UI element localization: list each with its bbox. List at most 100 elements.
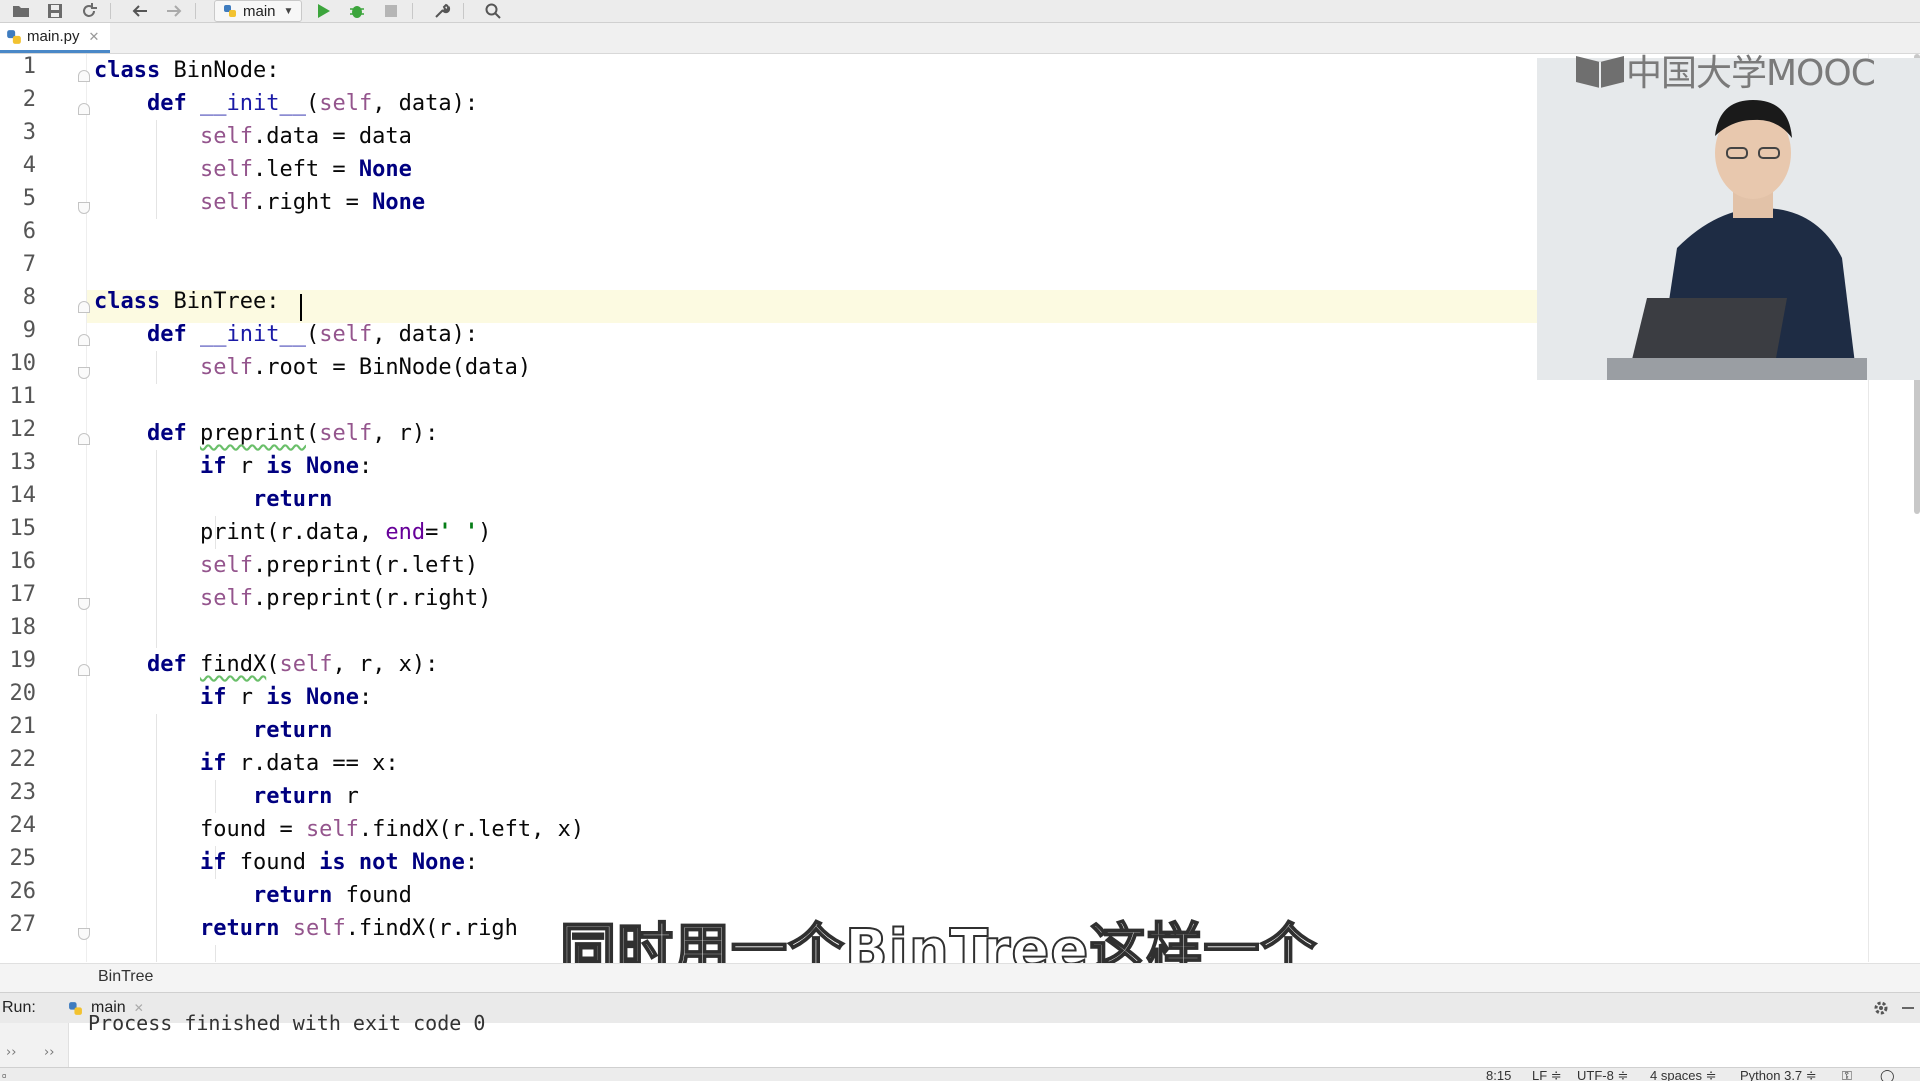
run-icon[interactable] <box>310 0 336 22</box>
self-keyword: self <box>319 421 373 446</box>
code-text: r.data == x: <box>226 751 399 776</box>
run-configuration-dropdown[interactable]: main ▼ <box>214 0 303 22</box>
code-text: BinTree: <box>160 289 280 314</box>
back-icon[interactable] <box>127 0 153 22</box>
code-text: , r): <box>372 421 439 446</box>
code-text: ( <box>305 421 320 446</box>
caret-position[interactable]: 8:15 <box>1486 1068 1511 1081</box>
fold-marker-icon[interactable] <box>78 598 90 610</box>
keyword: def <box>146 421 187 446</box>
stop-icon[interactable] <box>378 0 404 22</box>
line-number: 25 <box>9 846 37 871</box>
breadcrumb: BinTree <box>0 963 1920 992</box>
code-line-20: if r is None: <box>94 681 372 714</box>
open-icon[interactable] <box>8 0 34 22</box>
keyword: is not <box>319 850 399 875</box>
code-text: .preprint(r.left) <box>252 553 479 578</box>
gear-icon[interactable] <box>1872 999 1890 1017</box>
breadcrumb-item[interactable]: BinTree <box>98 968 153 986</box>
run-console[interactable]: ›› ›› Process finished with exit code 0 <box>0 1011 1920 1067</box>
fold-marker-icon[interactable] <box>78 70 90 82</box>
indent-setting[interactable]: 4 spaces ≑ <box>1650 1068 1717 1081</box>
fold-marker-icon[interactable] <box>78 103 90 115</box>
python-file-icon <box>7 29 21 44</box>
fold-marker-icon[interactable] <box>78 301 90 313</box>
line-number: 8 <box>22 285 36 310</box>
sync-icon[interactable] <box>76 0 102 22</box>
fold-marker-icon[interactable] <box>78 334 90 346</box>
keyword: if <box>199 850 227 875</box>
close-icon[interactable]: ✕ <box>89 29 100 45</box>
line-number: 13 <box>9 450 37 475</box>
fold-marker-icon[interactable] <box>78 664 90 676</box>
file-encoding[interactable]: UTF-8 ≑ <box>1577 1068 1628 1081</box>
code-line-23: return r <box>94 780 359 813</box>
keyword: class <box>94 58 161 83</box>
code-text: r <box>226 685 267 710</box>
python-icon <box>69 1001 82 1015</box>
self-keyword: self <box>319 91 373 116</box>
chevron-right-icon[interactable]: ›› <box>6 1045 16 1060</box>
code-text: .right = <box>252 190 373 215</box>
keyword: return <box>252 883 333 908</box>
code-text: = <box>425 520 439 545</box>
toolbar-separator <box>412 3 414 19</box>
search-icon[interactable] <box>480 0 506 22</box>
line-number: 14 <box>9 483 37 508</box>
keyword: return <box>252 784 333 809</box>
line-number: 10 <box>9 351 37 376</box>
code-line-21: return <box>94 714 332 747</box>
code-text: found <box>332 883 412 908</box>
tab-main-py[interactable]: main.py ✕ <box>0 23 110 53</box>
line-number: 24 <box>9 813 37 838</box>
lock-icon[interactable]: ⚿ <box>1842 1068 1852 1081</box>
code-line-5: self.right = None <box>94 186 425 219</box>
chevron-down-icon: ▼ <box>283 5 294 17</box>
notifications-icon[interactable]: ◯ <box>1880 1068 1895 1081</box>
fold-marker-icon[interactable] <box>78 367 90 379</box>
tool-window-toggle-icon[interactable]: ▫ <box>2 1068 7 1081</box>
chevron-right-icon[interactable]: ›› <box>44 1045 54 1060</box>
keyword: None <box>305 454 359 479</box>
code-line-8: class BinTree: <box>94 285 279 318</box>
wrench-icon[interactable] <box>429 0 455 22</box>
parameter-name: end <box>385 520 426 545</box>
book-logo-icon <box>1576 56 1624 88</box>
code-line-25: if found is not None: <box>94 846 478 879</box>
tab-label: main.py <box>27 28 80 45</box>
code-text: : <box>464 850 479 875</box>
line-number: 9 <box>22 318 36 343</box>
keyword: None <box>372 190 426 215</box>
lecturer-image <box>1537 58 1920 380</box>
line-number: 21 <box>9 714 37 739</box>
keyword: return <box>252 487 333 512</box>
line-number: 20 <box>9 681 37 706</box>
function-name: __init__ <box>199 322 306 347</box>
code-line-22: if r.data == x: <box>94 747 399 780</box>
python-interpreter[interactable]: Python 3.7 ≑ <box>1740 1068 1817 1081</box>
keyword: def <box>146 91 187 116</box>
line-number-gutter: 1 2 3 4 5 6 7 8 9 10 11 12 13 14 15 16 1… <box>0 54 90 962</box>
keyword: class <box>94 289 161 314</box>
code-text: ) <box>478 520 492 545</box>
self-keyword: self <box>279 652 333 677</box>
line-number: 23 <box>9 780 37 805</box>
debug-icon[interactable] <box>344 0 370 22</box>
minimize-icon[interactable] <box>1902 1007 1914 1009</box>
fold-marker-icon[interactable] <box>78 928 90 940</box>
line-separator[interactable]: LF ≑ <box>1532 1068 1562 1081</box>
fold-marker-icon[interactable] <box>78 433 90 445</box>
keyword: None <box>411 850 465 875</box>
keyword: return <box>199 916 280 941</box>
line-number: 19 <box>9 648 37 673</box>
self-keyword: self <box>199 157 253 182</box>
forward-icon[interactable] <box>161 0 187 22</box>
save-icon[interactable] <box>42 0 68 22</box>
code-text: found <box>226 850 320 875</box>
code-line-1: class BinNode: <box>94 54 279 87</box>
fold-marker-icon[interactable] <box>78 202 90 214</box>
keyword: is <box>266 454 293 479</box>
code-text: BinNode: <box>160 58 280 83</box>
code-line-17: self.preprint(r.right) <box>94 582 491 615</box>
